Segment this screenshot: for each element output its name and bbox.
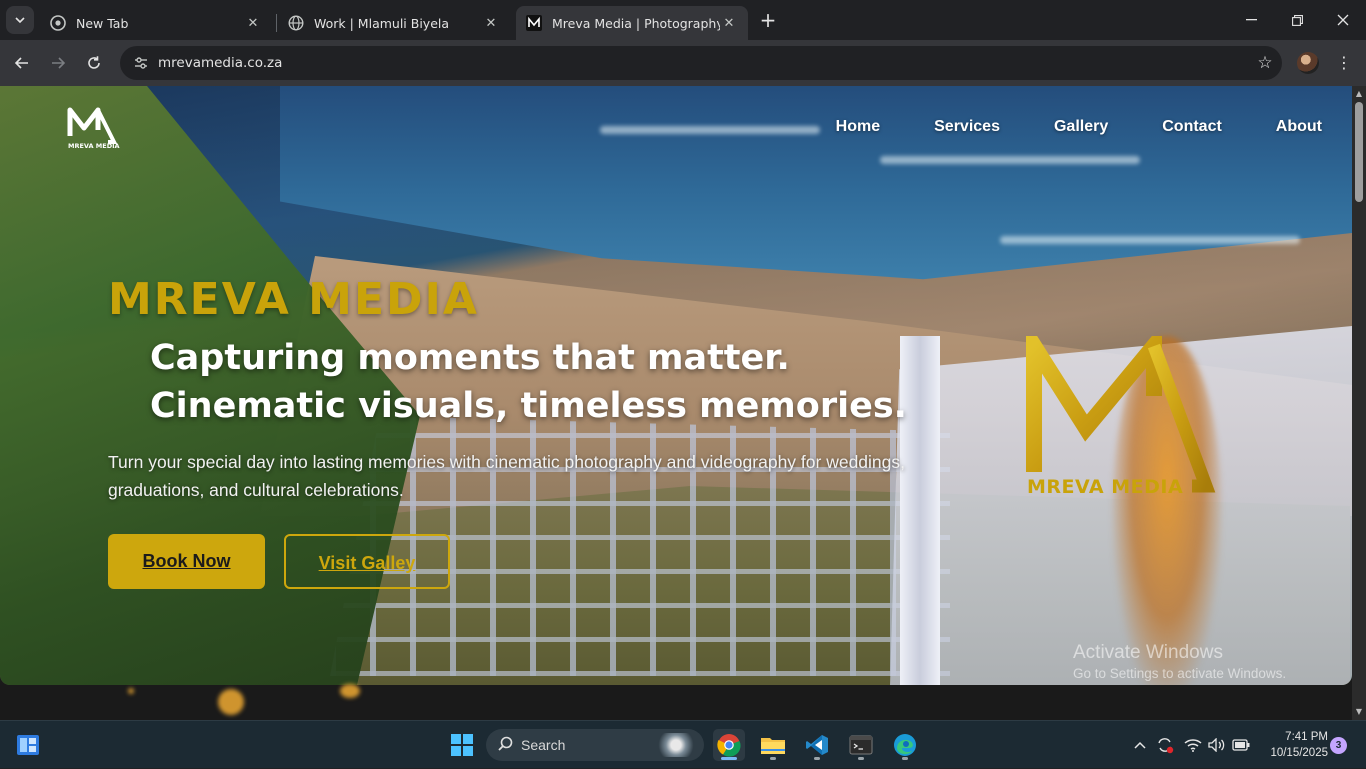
book-now-button[interactable]: Book Now (108, 534, 265, 589)
reload-icon[interactable] (80, 49, 108, 77)
url-text[interactable]: mrevamedia.co.za (158, 55, 1248, 71)
wave-foam (1000, 236, 1300, 244)
nav-about[interactable]: About (1276, 118, 1322, 136)
widgets-icon[interactable] (12, 729, 44, 761)
tab-strip: New Tab ✕ Work | Mlamuli Biyela ✕ Mreva … (0, 0, 1366, 40)
tab-close-icon[interactable]: ✕ (244, 14, 262, 32)
visit-gallery-button[interactable]: Visit Galley (284, 534, 450, 589)
clock-date: 10/15/2025 (1270, 747, 1328, 759)
site-info-icon[interactable] (126, 55, 156, 71)
vscode-icon[interactable] (801, 729, 833, 761)
wave-foam (880, 156, 1140, 164)
file-explorer-icon[interactable] (757, 729, 789, 761)
main-nav: Home Services Gallery Contact About (836, 118, 1322, 136)
chevron-down-icon (15, 17, 25, 24)
headline-line-2: Cinematic visuals, timeless memories. (150, 386, 907, 426)
hero-brand-title: MREVA MEDIA (108, 274, 479, 325)
gold-logo-text: MREVA MEDIA (1027, 476, 1184, 498)
scroll-up-arrow-icon[interactable]: ▲ (1355, 90, 1363, 98)
tab-work-mlamuli[interactable]: Work | Mlamuli Biyela ✕ (278, 6, 510, 40)
sync-update-icon[interactable] (1156, 721, 1174, 769)
active-indicator (721, 757, 737, 760)
tab-mreva-media[interactable]: Mreva Media | Photography, Vi ✕ (516, 6, 748, 40)
back-arrow-icon[interactable] (8, 49, 36, 77)
forward-arrow-icon[interactable] (44, 49, 72, 77)
tray-overflow-chevron-icon[interactable] (1134, 721, 1146, 769)
search-highlight-image (654, 733, 698, 757)
wifi-icon[interactable] (1184, 721, 1202, 769)
running-indicator (902, 757, 908, 760)
nav-contact[interactable]: Contact (1162, 118, 1222, 136)
nav-gallery[interactable]: Gallery (1054, 118, 1108, 136)
tab-title: Mreva Media | Photography, Vi (552, 15, 720, 31)
logo-text: MREVA MEDIA (68, 142, 120, 150)
hero-headline: Capturing moments that matter. Cinematic… (150, 334, 907, 430)
battery-icon[interactable] (1232, 721, 1250, 769)
tab-new-tab[interactable]: New Tab ✕ (40, 6, 272, 40)
profile-avatar[interactable] (1297, 52, 1319, 74)
start-windows-icon[interactable] (446, 729, 478, 761)
clock-time: 7:41 PM (1285, 731, 1328, 743)
site-logo[interactable]: MREVA MEDIA (64, 102, 120, 150)
search-icon (498, 736, 513, 755)
bookmark-star-icon[interactable]: ☆ (1248, 53, 1282, 73)
taskbar-search-box[interactable]: Search (486, 729, 704, 761)
system-clock[interactable]: 7:41 PM 10/15/2025 (1258, 729, 1328, 761)
chrome-icon (50, 15, 66, 31)
tab-close-icon[interactable]: ✕ (482, 14, 500, 32)
tab-title: Work | Mlamuli Biyela (314, 15, 450, 31)
address-bar[interactable]: mrevamedia.co.za ☆ (120, 46, 1282, 80)
hero-subtitle: Turn your special day into lasting memor… (108, 448, 928, 504)
running-indicator (814, 757, 820, 760)
scroll-down-arrow-icon[interactable]: ▼ (1355, 708, 1363, 716)
headline-line-1: Capturing moments that matter. (150, 338, 790, 378)
new-tab-plus-icon[interactable]: + (756, 8, 780, 32)
restore-icon[interactable] (1274, 0, 1320, 40)
minimize-icon[interactable] (1228, 0, 1274, 40)
page-scrollbar[interactable]: ▲ ▼ (1352, 86, 1366, 720)
scroll-thumb[interactable] (1355, 102, 1363, 202)
menu-kebab-icon[interactable]: ⋮ (1334, 52, 1354, 74)
page-viewport: MREVA MEDIA Home Services Gallery Contac… (0, 86, 1352, 720)
chrome-taskbar-icon[interactable] (713, 729, 745, 761)
subtitle-line-2: graduations, and cultural celebrations. (108, 480, 404, 500)
nav-services[interactable]: Services (934, 118, 1000, 136)
bokeh-light (128, 688, 134, 694)
window-close-icon[interactable] (1320, 0, 1366, 40)
running-indicator (858, 757, 864, 760)
tab-separator (276, 14, 277, 32)
watermark-subtitle: Go to Settings to activate Windows. (1073, 666, 1287, 681)
tab-search-button[interactable] (6, 6, 34, 34)
nav-home[interactable]: Home (836, 118, 880, 136)
bokeh-light (340, 684, 360, 698)
edge-icon[interactable] (889, 729, 921, 761)
subtitle-line-1: Turn your special day into lasting memor… (108, 452, 905, 472)
wave-foam (600, 126, 820, 134)
windows-taskbar: Search 7:41 PM 10/15/2025 3 (0, 720, 1366, 768)
activate-windows-watermark: Activate Windows Go to Settings to activ… (1073, 642, 1286, 681)
tab-title: New Tab (76, 15, 129, 31)
watermark-title: Activate Windows (1073, 642, 1223, 663)
notification-badge[interactable]: 3 (1330, 737, 1347, 754)
browser-toolbar: mrevamedia.co.za ☆ ⋮ (0, 40, 1366, 86)
hero-section: MREVA MEDIA Home Services Gallery Contac… (0, 86, 1352, 685)
tab-close-icon[interactable]: ✕ (720, 14, 738, 32)
terminal-icon[interactable] (845, 729, 877, 761)
globe-icon (288, 15, 304, 31)
volume-icon[interactable] (1208, 721, 1226, 769)
running-indicator (770, 757, 776, 760)
mreva-favicon-icon (526, 15, 542, 31)
search-label: Search (521, 737, 566, 753)
bokeh-light (218, 689, 244, 715)
